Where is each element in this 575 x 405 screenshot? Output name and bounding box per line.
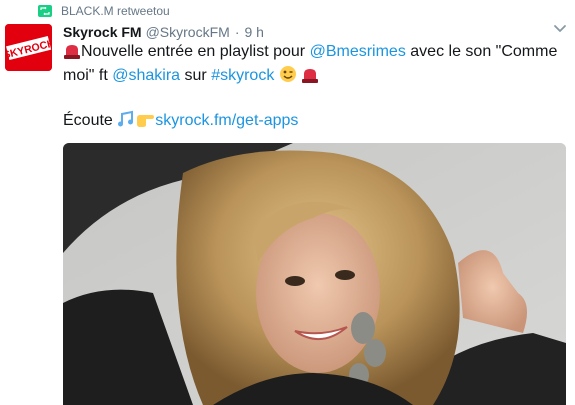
tweet-text: Nouvelle entrée en playlist pour @Bmesri… — [63, 41, 563, 134]
music-notes-emoji-icon — [117, 110, 135, 134]
author-handle[interactable]: @SkyrockFM — [146, 23, 230, 41]
apps-link[interactable]: skyrock.fm/get-apps — [155, 112, 298, 129]
mention-shakira[interactable]: @shakira — [112, 67, 180, 84]
mention-bmesrimes[interactable]: @Bmesrimes — [310, 43, 406, 60]
chevron-down-icon[interactable] — [553, 22, 567, 36]
hashtag-skyrock[interactable]: #skyrock — [211, 67, 274, 84]
tweet-time[interactable]: 9 h — [244, 23, 263, 41]
listen-text: Écoute — [63, 112, 118, 129]
tweet-text-start: Nouvelle entrée en playlist pour — [81, 43, 310, 60]
tweet-line-1: Nouvelle entrée en playlist pour @Bmesri… — [63, 41, 563, 89]
skyrock-logo: SKYROCK — [5, 24, 52, 71]
siren-emoji-icon — [301, 67, 319, 89]
retweet-icon — [38, 5, 52, 17]
pointing-hand-emoji-icon — [135, 110, 155, 134]
tweet-text-sur: sur — [180, 67, 212, 84]
tweet-media-photo[interactable] — [63, 143, 566, 405]
retweeter-label[interactable]: BLACK.M retweetou — [61, 4, 170, 18]
retweet-context: BLACK.M retweetou — [38, 4, 170, 18]
author-name[interactable]: Skyrock FM — [63, 23, 142, 41]
siren-emoji-icon — [63, 43, 81, 65]
tweet-line-2: Écoute skyrock.fm/get-apps — [63, 110, 563, 134]
separator: · — [234, 24, 240, 40]
tweet-header: Skyrock FM @SkyrockFM · 9 h — [63, 23, 565, 41]
photo-image — [63, 143, 566, 405]
wink-emoji-icon — [279, 65, 297, 89]
avatar[interactable]: SKYROCK — [5, 24, 52, 71]
